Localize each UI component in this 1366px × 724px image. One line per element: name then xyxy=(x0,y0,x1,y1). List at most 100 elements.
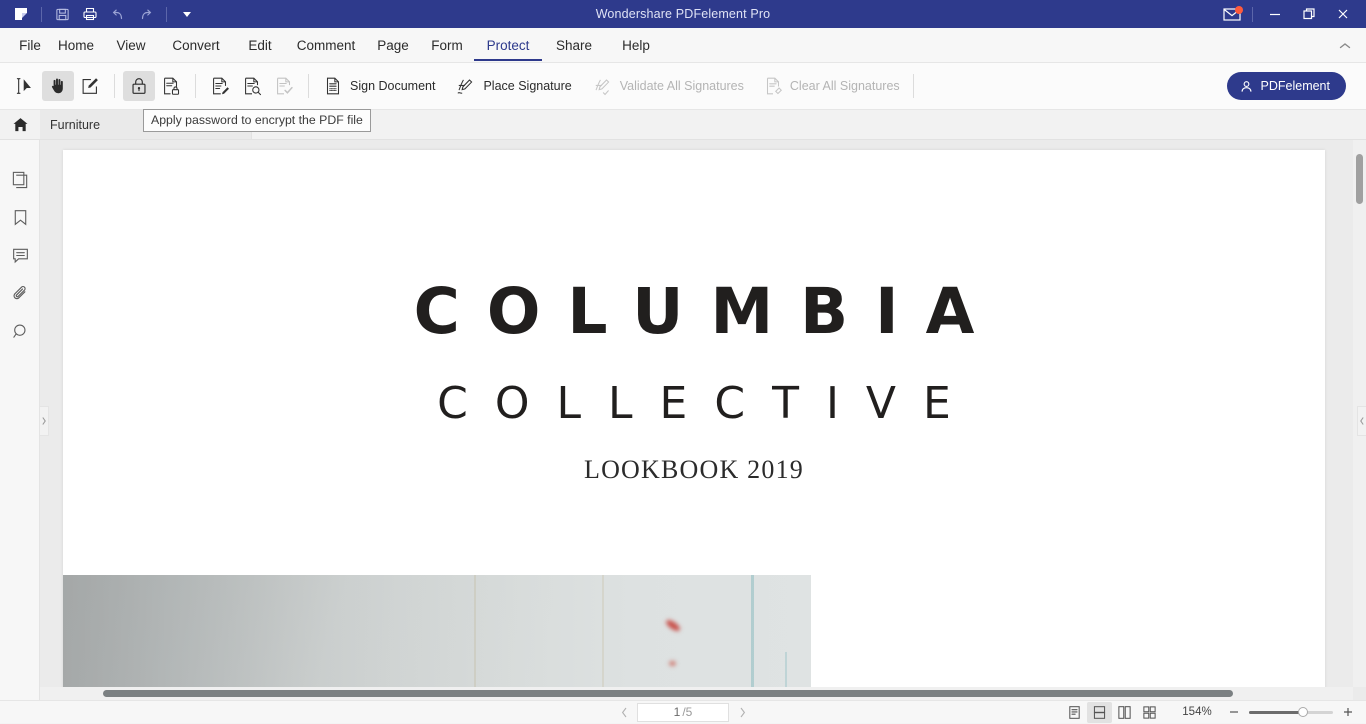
next-page-button[interactable] xyxy=(729,702,755,722)
place-signature-button[interactable]: Place Signature xyxy=(448,71,576,101)
mail-badge xyxy=(1235,6,1243,14)
redact-mark-icon[interactable] xyxy=(204,71,236,101)
divider xyxy=(114,74,115,98)
menu-item-view[interactable]: View xyxy=(104,28,158,63)
divider xyxy=(166,7,167,22)
chevron-right-icon[interactable] xyxy=(40,406,49,436)
minimize-icon[interactable] xyxy=(1258,0,1292,28)
chevron-up-icon[interactable] xyxy=(1334,37,1356,55)
sidebar-item-comments[interactable] xyxy=(0,236,40,274)
pdf-page-1: COLUMBIA COLLECTIVE LOOKBOOK 2019 xyxy=(63,150,1325,700)
page-title: COLUMBIA xyxy=(63,275,1325,348)
document-viewport[interactable]: COLUMBIA COLLECTIVE LOOKBOOK 2019 xyxy=(40,140,1366,700)
divider xyxy=(41,7,42,22)
search-redact-icon[interactable] xyxy=(236,71,268,101)
view-mode-single-page[interactable] xyxy=(1062,702,1087,723)
page-subtitle: COLLECTIVE xyxy=(63,378,1325,429)
validate-signatures-icon xyxy=(590,75,614,97)
quick-access-toolbar xyxy=(0,3,200,25)
bookmark-icon xyxy=(11,208,30,227)
sidebar-item-thumbnails[interactable] xyxy=(0,160,40,198)
search-icon xyxy=(11,322,30,341)
menu-item-comment[interactable]: Comment xyxy=(286,28,366,63)
close-icon[interactable] xyxy=(1326,0,1360,28)
menu-item-protect[interactable]: Protect xyxy=(474,28,542,63)
remove-security-icon[interactable] xyxy=(155,71,187,101)
title-bar: Wondershare PDFelement Pro xyxy=(0,0,1366,28)
pages-thumbnail-icon xyxy=(11,170,30,189)
password-lock-icon[interactable] xyxy=(123,71,155,101)
validate-signatures-button: Validate All Signatures xyxy=(585,71,749,101)
zoom-out-button[interactable] xyxy=(1224,702,1244,722)
menu-item-page[interactable]: Page xyxy=(366,28,420,63)
redo-icon[interactable] xyxy=(133,3,159,25)
clear-signatures-icon xyxy=(762,75,784,97)
comment-icon xyxy=(11,246,30,265)
horizontal-scrollbar[interactable] xyxy=(40,687,1353,700)
apply-redact-icon xyxy=(268,71,300,101)
window-title: Wondershare PDFelement Pro xyxy=(0,7,1366,21)
document-tab-label: Furniture xyxy=(50,118,100,132)
zoom-in-button[interactable] xyxy=(1338,702,1358,722)
menu-item-convert[interactable]: Convert xyxy=(158,28,234,63)
sidebar-item-bookmarks[interactable] xyxy=(0,198,40,236)
clear-signatures-label: Clear All Signatures xyxy=(790,79,900,93)
restore-icon[interactable] xyxy=(1292,0,1326,28)
menu-item-form[interactable]: Form xyxy=(420,28,474,63)
view-mode-facing[interactable] xyxy=(1112,702,1137,723)
menu-item-edit[interactable]: Edit xyxy=(234,28,286,63)
sign-document-label: Sign Document xyxy=(350,79,435,93)
place-signature-label: Place Signature xyxy=(483,79,571,93)
divider xyxy=(308,74,309,98)
current-page: 1 xyxy=(674,705,681,719)
prev-page-button[interactable] xyxy=(611,702,637,722)
page-number-field[interactable]: 1 /5 xyxy=(637,703,729,722)
view-mode-facing-continuous[interactable] xyxy=(1137,702,1162,723)
ribbon-toolbar: Sign Document Place Signature Validate A… xyxy=(0,63,1366,110)
sign-document-button[interactable]: Sign Document xyxy=(317,71,440,101)
view-mode-continuous[interactable] xyxy=(1087,702,1112,723)
pdfelement-account-button[interactable]: PDFelement xyxy=(1227,72,1346,100)
menu-item-home[interactable]: Home xyxy=(48,28,104,63)
mail-icon[interactable] xyxy=(1217,1,1247,27)
select-text-icon[interactable] xyxy=(10,71,42,101)
total-pages: /5 xyxy=(682,705,692,719)
menu-bar: File Home View Convert Edit Comment Page… xyxy=(0,28,1366,63)
undo-icon[interactable] xyxy=(105,3,131,25)
place-signature-icon xyxy=(453,75,477,97)
home-icon[interactable] xyxy=(0,110,40,139)
chevron-down-icon[interactable] xyxy=(174,3,200,25)
pdfelement-label: PDFelement xyxy=(1261,79,1330,93)
menu-item-share[interactable]: Share xyxy=(542,28,606,63)
sidebar-item-search[interactable] xyxy=(0,312,40,350)
save-icon[interactable] xyxy=(49,3,75,25)
hand-tool-icon[interactable] xyxy=(42,71,74,101)
zoom-slider-knob[interactable] xyxy=(1298,707,1308,717)
zoom-level[interactable]: 154% xyxy=(1170,706,1224,718)
user-icon xyxy=(1239,79,1254,94)
status-bar: 1 /5 154% xyxy=(0,700,1366,723)
chevron-left-icon[interactable] xyxy=(1357,406,1366,436)
validate-signatures-label: Validate All Signatures xyxy=(620,79,744,93)
vertical-scroll-thumb[interactable] xyxy=(1356,154,1363,204)
sidebar-item-attachments[interactable] xyxy=(0,274,40,312)
zoom-slider-fill xyxy=(1249,711,1303,714)
window-controls xyxy=(1217,0,1360,28)
menu-item-file[interactable]: File xyxy=(12,28,48,63)
page-tagline: LOOKBOOK 2019 xyxy=(63,455,1325,485)
tooltip: Apply password to encrypt the PDF file xyxy=(143,109,371,132)
divider xyxy=(1252,7,1253,22)
left-sidebar xyxy=(0,140,40,700)
edit-annotate-icon[interactable] xyxy=(74,71,106,101)
divider xyxy=(913,74,914,98)
menu-item-help[interactable]: Help xyxy=(606,28,666,63)
zoom-slider[interactable] xyxy=(1249,711,1333,714)
sign-document-icon xyxy=(322,75,344,97)
app-logo-icon[interactable] xyxy=(8,3,34,25)
view-and-zoom-controls: 154% xyxy=(1062,701,1358,724)
horizontal-scroll-thumb[interactable] xyxy=(103,690,1233,697)
paperclip-icon xyxy=(11,284,30,303)
print-icon[interactable] xyxy=(77,3,103,25)
page-photo xyxy=(63,575,811,700)
divider xyxy=(195,74,196,98)
